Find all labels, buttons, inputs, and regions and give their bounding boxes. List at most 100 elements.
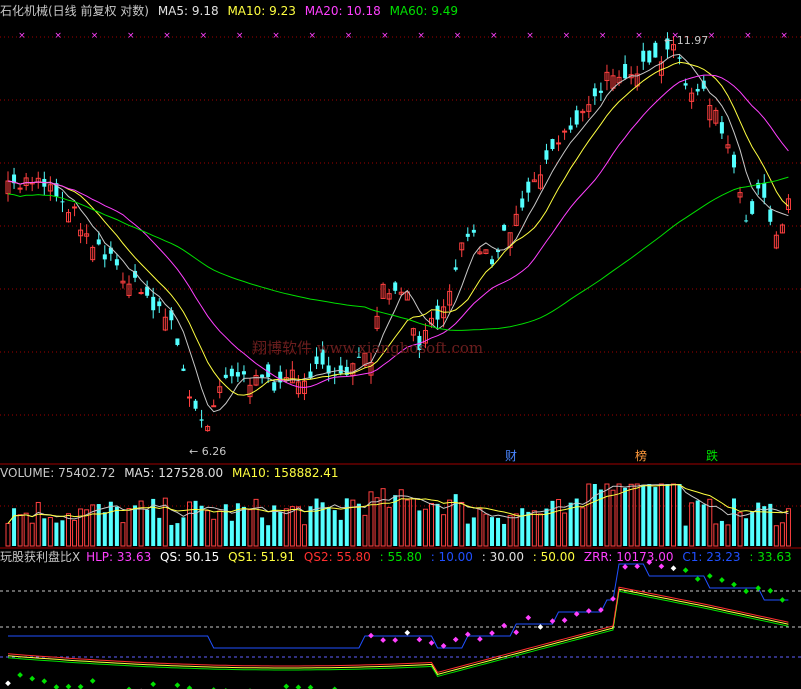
indicator-v4: : 50.00 bbox=[532, 550, 576, 564]
low-price-value: 6.26 bbox=[201, 445, 227, 458]
volume-bar-down bbox=[574, 498, 579, 546]
volume-bar-up bbox=[380, 488, 386, 547]
ma5-value: MA5: 9.18 bbox=[157, 4, 219, 18]
marker-cross: × bbox=[272, 31, 280, 41]
indicator-diamond bbox=[380, 637, 386, 643]
candle-body-up bbox=[187, 396, 192, 399]
volume-bar-down bbox=[42, 518, 47, 546]
candle-body-down bbox=[199, 419, 204, 421]
volume-ma5-value: MA5: 127528.00 bbox=[124, 466, 224, 480]
marker-cross: × bbox=[708, 31, 716, 41]
candle-body-down bbox=[453, 267, 458, 270]
indicator-diamond bbox=[489, 630, 495, 636]
marker-cross: × bbox=[563, 31, 571, 41]
volume-bar-up bbox=[737, 512, 743, 547]
volume-bar-up bbox=[47, 517, 53, 547]
volume-bar-down bbox=[133, 505, 138, 546]
volume-bar-up bbox=[628, 483, 634, 547]
marker-cross: × bbox=[635, 31, 643, 41]
indicator-diamond bbox=[525, 614, 532, 621]
c1-value: C1: 23.23 bbox=[682, 550, 741, 564]
indicator-diamond bbox=[368, 632, 374, 639]
marker-cross: × bbox=[163, 31, 171, 41]
event-tag-ranking[interactable]: 榜 bbox=[633, 449, 649, 463]
volume-bar-down bbox=[278, 511, 283, 546]
indicator-diamond bbox=[755, 585, 762, 591]
candle-body-down bbox=[768, 209, 773, 222]
qs2-value: QS2: 55.80 bbox=[303, 550, 371, 564]
candle-body-down bbox=[502, 224, 507, 231]
volume-value: VOLUME: 75402.72 bbox=[0, 466, 116, 480]
volume-bar-up bbox=[217, 510, 223, 547]
candle-body-down bbox=[683, 83, 688, 86]
qs1-value: QS1: 51.91 bbox=[228, 550, 296, 564]
indicator-diamond bbox=[767, 587, 774, 594]
volume-bar-down bbox=[181, 517, 186, 546]
zrr-value: ZRR: 10173.00 bbox=[583, 550, 674, 564]
volume-bar-down bbox=[157, 517, 162, 546]
candle-body-down bbox=[550, 139, 555, 150]
indicator-v2: : 10.00 bbox=[430, 550, 473, 564]
candle-body-up bbox=[556, 142, 562, 145]
volume-bar-down bbox=[568, 502, 573, 546]
indicator-diamond bbox=[610, 596, 616, 602]
volume-bar-down bbox=[260, 517, 265, 546]
indicator-diamond bbox=[743, 588, 749, 595]
volume-bar-up bbox=[23, 512, 29, 547]
event-tag-finance[interactable]: 财 bbox=[503, 449, 519, 463]
volume-bar-up bbox=[725, 524, 731, 547]
volume-bar-down bbox=[332, 510, 337, 546]
marker-cross: × bbox=[599, 31, 607, 41]
volume-bar-down bbox=[356, 503, 361, 546]
indicator-diamond bbox=[65, 683, 72, 689]
volume-bar-up bbox=[295, 506, 301, 547]
indicator-panel-header: 玩股获利盘比X HLP: 33.63 QS: 50.15 QS1: 51.91 … bbox=[0, 550, 797, 564]
volume-bar-down bbox=[683, 525, 688, 546]
marker-cross: × bbox=[526, 31, 534, 41]
volume-bar-up bbox=[773, 525, 779, 547]
volume-bar-down bbox=[12, 508, 17, 546]
marker-cross: × bbox=[381, 31, 389, 41]
volume-bar-up bbox=[289, 506, 295, 547]
volume-bar-down bbox=[417, 510, 422, 546]
volume-bar-down bbox=[695, 500, 700, 546]
volume-bar-up bbox=[459, 501, 465, 547]
volume-bar-down bbox=[241, 506, 246, 546]
volume-bar-up bbox=[126, 508, 132, 547]
volume-bar-up bbox=[507, 515, 513, 547]
candle-body-down bbox=[520, 198, 525, 208]
volume-bar-up bbox=[429, 502, 434, 547]
candle-body-down bbox=[695, 88, 700, 92]
indicator-diamond bbox=[501, 622, 507, 629]
ma60-value: MA60: 9.49 bbox=[389, 4, 458, 18]
price-panel-header: 石化机械(日线 前复权 对数) MA5: 9.18 MA10: 9.23 MA2… bbox=[0, 4, 463, 18]
candle-body-down bbox=[241, 371, 246, 375]
volume-bar-down bbox=[60, 520, 65, 546]
low-price-label: ← 6.26 bbox=[189, 445, 227, 458]
candle-body-down bbox=[102, 254, 107, 260]
indicator-diamond bbox=[513, 629, 520, 636]
volume-bar-up bbox=[247, 509, 253, 547]
volume-bar-down bbox=[393, 495, 398, 546]
indicator-diamond bbox=[477, 636, 483, 642]
high-price-label: ← 11.97 bbox=[664, 34, 709, 47]
volume-bar-up bbox=[634, 483, 640, 547]
volume-bar-down bbox=[647, 484, 652, 546]
volume-bar-down bbox=[193, 500, 198, 546]
indicator-diamond bbox=[731, 581, 737, 588]
volume-bar-down bbox=[732, 498, 736, 546]
candle-body-down bbox=[732, 154, 736, 168]
event-tag-drop[interactable]: 跌 bbox=[704, 449, 720, 463]
high-price-value: 11.97 bbox=[676, 34, 709, 47]
candle-body-down bbox=[598, 90, 603, 93]
candle-body-down bbox=[544, 150, 549, 160]
volume-bar-up bbox=[368, 491, 374, 547]
indicator-diamond bbox=[41, 678, 48, 684]
candle-body-down bbox=[193, 400, 198, 409]
volume-bar-down bbox=[471, 517, 476, 546]
indicator-diamond bbox=[622, 564, 628, 570]
volume-bar-up bbox=[483, 513, 489, 547]
watermark: 翔博软件 www.xiangbosoft.com bbox=[252, 339, 484, 357]
candle-body-down bbox=[526, 181, 531, 193]
volume-bar-up bbox=[580, 507, 586, 547]
